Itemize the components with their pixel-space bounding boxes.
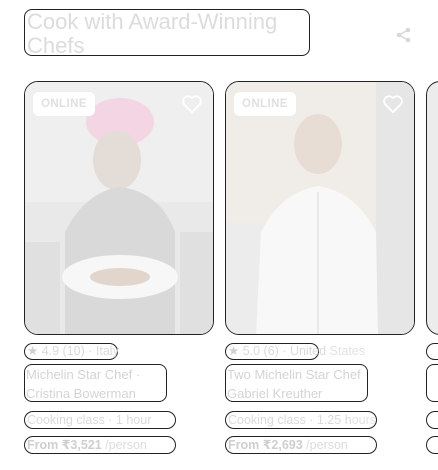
meta-text-rest: ours bbox=[351, 413, 377, 427]
chef-photo bbox=[226, 82, 414, 334]
price-unit: /person bbox=[302, 438, 348, 452]
title-line: Cristina Bowerman bbox=[26, 386, 136, 401]
rating-text: 4.9 (10) · Italy bbox=[41, 344, 119, 358]
experience-meta bbox=[426, 411, 438, 429]
star-icon: ★ bbox=[27, 344, 39, 358]
rating bbox=[426, 343, 438, 360]
title-line: Michelin Star Chef · bbox=[26, 367, 141, 382]
star-icon: ★ bbox=[228, 344, 240, 358]
rating: ★ 4.9 (10) · Italy bbox=[24, 343, 119, 360]
online-badge: ONLINE bbox=[234, 92, 296, 116]
experience-carousel: ONLINE ★ 4.9 (10) · Italy Michelin Star … bbox=[24, 81, 438, 470]
section-title: Cook with Award-Winning Chefs bbox=[24, 9, 310, 56]
price: From ₹2,693 /person bbox=[225, 436, 377, 454]
share-button[interactable] bbox=[393, 24, 415, 46]
heart-outline-icon[interactable] bbox=[382, 94, 404, 114]
experience-title[interactable] bbox=[426, 364, 438, 402]
rating-location: States bbox=[326, 344, 365, 358]
title-line: Gabriel Kreuther bbox=[227, 386, 323, 401]
online-badge: ONLINE bbox=[33, 92, 95, 116]
experience-meta: Cooking class · 1 hour bbox=[24, 411, 176, 429]
heart-outline-icon[interactable] bbox=[181, 94, 203, 114]
price: From ₹3,521 /person bbox=[24, 436, 176, 454]
price-unit: /person bbox=[101, 438, 147, 452]
share-icon bbox=[396, 27, 411, 43]
chef-photo bbox=[25, 82, 213, 334]
price-amount: From ₹2,693 bbox=[228, 438, 303, 452]
rating: ★ 5.0 (6) · United States bbox=[225, 343, 365, 360]
experience-title[interactable]: Two Michelin Star Chef Gabriel Kreuther bbox=[225, 364, 368, 402]
meta-text: Cooking class · 1.25 h bbox=[228, 413, 352, 427]
rating-text: 5.0 (6) · United bbox=[242, 344, 327, 358]
card-photo[interactable] bbox=[426, 81, 438, 335]
price bbox=[426, 436, 438, 454]
experience-meta: Cooking class · 1.25 hours bbox=[225, 411, 377, 429]
card-photo[interactable]: ONLINE bbox=[24, 81, 214, 335]
card-photo[interactable]: ONLINE bbox=[225, 81, 415, 335]
experience-title[interactable]: Michelin Star Chef · Cristina Bowerman bbox=[24, 364, 167, 402]
title-line: Two Michelin Star Chef bbox=[227, 367, 361, 382]
price-amount: From ₹3,521 bbox=[27, 438, 102, 452]
